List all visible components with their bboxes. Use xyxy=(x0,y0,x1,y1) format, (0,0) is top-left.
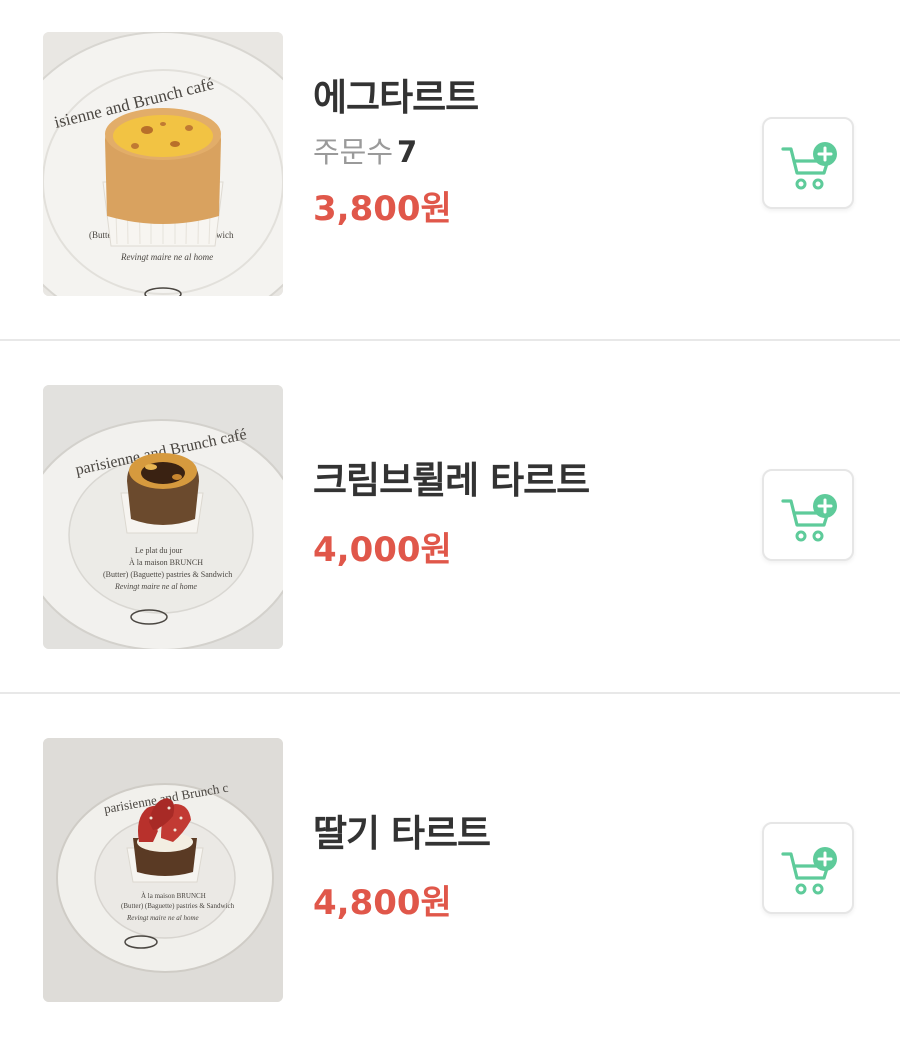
item-info: 에그타르트 주문수 7 3,800원 xyxy=(313,76,479,230)
menu-item-creme-brulee-tart[interactable]: parisienne and Brunch café Le plat du jo… xyxy=(0,341,900,681)
svg-text:(Butter) (Baguette) pastries &: (Butter) (Baguette) pastries & Sandwich xyxy=(103,570,232,579)
svg-text:À la maison BRUNCH: À la maison BRUNCH xyxy=(129,557,203,567)
strawberry-tart-photo[interactable]: parisienne and Brunch c À la maison BRUN… xyxy=(43,738,283,1002)
strawberry-tart-image: parisienne and Brunch c À la maison BRUN… xyxy=(43,738,283,1002)
creme-brulee-tart-photo[interactable]: parisienne and Brunch café Le plat du jo… xyxy=(43,385,283,649)
item-info: 딸기 타르트 4,800원 xyxy=(313,812,491,924)
add-to-cart-icon xyxy=(781,494,837,542)
svg-text:À la maison BRUNCH: À la maison BRUNCH xyxy=(141,892,206,900)
item-name[interactable]: 크림브륄레 타르트 xyxy=(313,459,590,503)
item-price: 4,000원 xyxy=(313,530,452,570)
egg-tart-photo[interactable]: isienne and Brunch café (Butter) p andwi… xyxy=(43,32,283,296)
svg-text:(Butter) (Baguette) pastries &: (Butter) (Baguette) pastries & Sandwich xyxy=(121,902,235,910)
svg-text:Revingt maire ne al home: Revingt maire ne al home xyxy=(120,252,213,262)
item-price: 3,800원 xyxy=(313,189,452,229)
item-name[interactable]: 딸기 타르트 xyxy=(313,812,491,856)
creme-brulee-tart-image: parisienne and Brunch café Le plat du jo… xyxy=(43,385,283,649)
order-count-label: 주문수 xyxy=(313,135,394,169)
svg-text:Le plat du jour: Le plat du jour xyxy=(135,546,183,555)
order-count-value: 7 xyxy=(397,135,418,169)
item-name[interactable]: 에그타르트 xyxy=(313,76,479,120)
add-to-cart-icon xyxy=(781,847,837,895)
egg-tart-image: isienne and Brunch café (Butter) p andwi… xyxy=(43,32,283,296)
svg-text:Revingt maire ne al home: Revingt maire ne al home xyxy=(114,582,197,591)
item-info: 크림브륄레 타르트 4,000원 xyxy=(313,459,590,571)
add-to-cart-button[interactable] xyxy=(762,469,854,561)
order-count-line: 주문수 7 xyxy=(313,134,478,170)
menu-item-egg-tart[interactable]: isienne and Brunch café (Butter) p andwi… xyxy=(0,0,900,340)
add-to-cart-icon xyxy=(781,142,837,190)
item-price: 4,800원 xyxy=(313,883,452,923)
menu-item-strawberry-tart[interactable]: parisienne and Brunch c À la maison BRUN… xyxy=(0,694,900,1034)
add-to-cart-button[interactable] xyxy=(762,822,854,914)
menu-list: isienne and Brunch café (Butter) p andwi… xyxy=(0,0,900,1041)
svg-text:Revingt maire ne al home: Revingt maire ne al home xyxy=(126,914,199,922)
add-to-cart-button[interactable] xyxy=(762,117,854,209)
